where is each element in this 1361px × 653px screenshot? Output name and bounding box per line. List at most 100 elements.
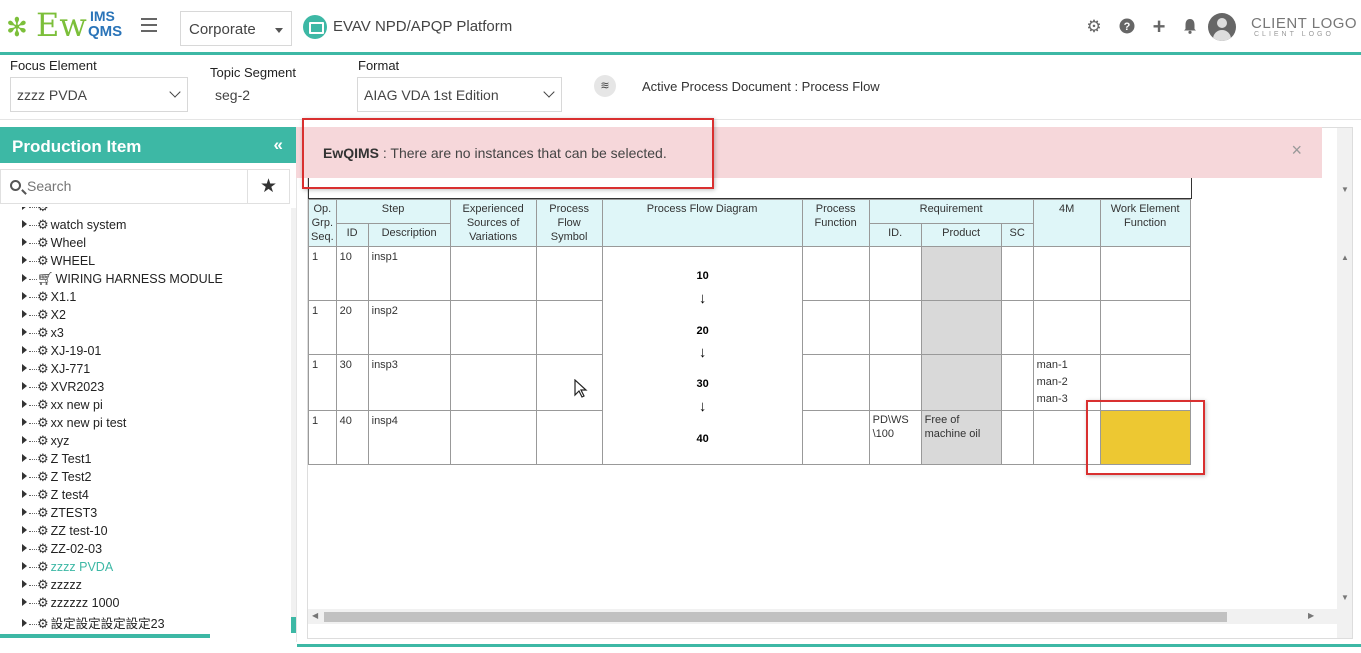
plus-icon[interactable]: + [1150, 16, 1168, 38]
menu-icon[interactable] [141, 18, 157, 32]
bell-icon[interactable] [1181, 18, 1199, 36]
cell-symbol[interactable] [535, 354, 603, 411]
cell-function[interactable] [801, 410, 870, 465]
scroll-down-arrow-icon[interactable]: ▼ [1341, 593, 1349, 602]
tree-item[interactable]: ⚙ xyz [22, 433, 69, 451]
flow-node[interactable]: 30 [603, 376, 803, 393]
collapse-icon[interactable]: « [274, 135, 283, 155]
tree-item[interactable]: ⚙ xx new pi [22, 397, 103, 415]
table-row[interactable]: 1 10 insp1 10 ↓ 20 ↓ 30 ↓ 40 [308, 246, 1191, 465]
cell-sources[interactable] [449, 246, 537, 301]
horizontal-scroll-thumb[interactable] [324, 612, 1227, 622]
tree-item[interactable]: ⚙ Wheel [22, 235, 86, 253]
cell-4m[interactable] [1032, 300, 1101, 355]
tree-item[interactable]: ⚙ X2 [22, 307, 66, 325]
flow-node[interactable]: 40 [603, 431, 803, 448]
tree-item[interactable]: ⚙ ZZ test-10 [22, 523, 108, 541]
tree-item[interactable]: ⚙ ZZ-02-03 [22, 541, 102, 559]
process-flow-diagram[interactable]: 10 ↓ 20 ↓ 30 ↓ 40 [601, 246, 803, 465]
cell-product[interactable]: Free of machine oil [920, 410, 1002, 465]
cell-work-element[interactable] [1099, 300, 1191, 355]
cell-function[interactable] [801, 246, 870, 301]
tree-item[interactable]: ⚙ ZTEST3 [22, 505, 97, 523]
sidebar-scroll-thumb[interactable] [291, 617, 296, 633]
user-avatar[interactable] [1208, 13, 1236, 41]
tree-item[interactable]: ⚙ 設定設定設定設定23 [22, 613, 165, 631]
gear-icon[interactable]: ⚙ [1085, 18, 1103, 36]
scroll-left-arrow-icon[interactable]: ◀ [312, 611, 318, 620]
tree-item[interactable]: 🛒︎ WIRING HARNESS MODULE [22, 271, 223, 289]
cell-description[interactable]: insp3 [367, 354, 451, 411]
cell-symbol[interactable] [535, 410, 603, 465]
cell-product[interactable] [920, 354, 1002, 411]
tree-item[interactable]: ⚙ xx new pi test [22, 415, 126, 433]
cell-description[interactable]: insp1 [367, 246, 451, 301]
cell-description[interactable]: insp4 [367, 410, 451, 465]
star-icon[interactable]: ★ [248, 169, 290, 204]
platform-title: EVAV NPD/APQP Platform [333, 18, 513, 35]
flow-node[interactable]: 20 [603, 323, 803, 340]
logo-flower-icon: ✻ [6, 12, 28, 42]
tree-item[interactable]: ⚙ Z Test1 [22, 451, 91, 469]
sidebar-scrollbar[interactable] [291, 208, 296, 633]
cell-req-id[interactable]: PD\WS\100 [868, 410, 922, 465]
corporate-select[interactable]: Corporate [180, 11, 292, 46]
cell-sources[interactable] [449, 410, 537, 465]
tree-item[interactable]: ⚙ X1.1 [22, 289, 76, 307]
scroll-up-arrow-icon[interactable]: ▲ [1341, 253, 1349, 262]
cell-sources[interactable] [449, 354, 537, 411]
cell-req-id[interactable] [868, 246, 922, 301]
cell-product[interactable] [920, 246, 1002, 301]
cell-description[interactable]: insp2 [367, 300, 451, 355]
cell-sc[interactable] [1000, 354, 1034, 411]
gears-icon: ⚙ [37, 325, 49, 340]
tree-item[interactable]: ⚙ zzzzz [22, 577, 82, 595]
cell-req-id[interactable] [868, 300, 922, 355]
layers-icon[interactable]: ≋ [594, 75, 616, 97]
cell-symbol[interactable] [535, 246, 603, 301]
help-icon[interactable]: ? [1118, 18, 1136, 36]
cell-symbol[interactable] [535, 300, 603, 355]
scroll-right-arrow-icon[interactable]: ▶ [1308, 611, 1314, 620]
cell-sc[interactable] [1000, 300, 1034, 355]
tree-item[interactable]: ⚙ Z test4 [22, 487, 89, 505]
active-process-document: Active Process Document : Process Flow [642, 79, 880, 94]
close-icon[interactable]: × [1291, 140, 1302, 161]
cell-sources[interactable] [449, 300, 537, 355]
tree-item[interactable]: ⚙ x3 [22, 325, 64, 343]
cell-sc[interactable] [1000, 246, 1034, 301]
cell-work-element[interactable] [1099, 246, 1191, 301]
ewqims-logo[interactable]: ✻ Ew IMS QMS [6, 6, 126, 46]
cell-function[interactable] [801, 354, 870, 411]
app-header: ✻ Ew IMS QMS Corporate EVAV NPD/APQP Pla… [0, 0, 1361, 55]
flow-arrow-icon: ↓ [698, 398, 707, 415]
tree-item[interactable]: ⚙ watch system [22, 217, 126, 235]
tree-item[interactable]: ⚙ XVR2023 [22, 379, 104, 397]
format-select[interactable]: AIAG VDA 1st Edition [357, 77, 562, 112]
tree-item[interactable]: ⚙ zzzzzz 1000 [22, 595, 119, 613]
search-input[interactable] [27, 178, 227, 194]
caret-down-icon [275, 28, 283, 33]
flow-node[interactable]: 10 [603, 268, 803, 285]
col-sc: SC [1000, 222, 1034, 247]
focus-element-select[interactable]: zzzz PVDA [10, 77, 188, 112]
tree-item[interactable]: ⚙ Z Test2 [22, 469, 91, 487]
cell-function[interactable] [801, 300, 870, 355]
cell-sc[interactable] [1000, 410, 1034, 465]
sidebar-horizontal-scrollbar[interactable] [0, 634, 210, 638]
cell-id: 10 [335, 246, 369, 301]
cell-op: 1 [308, 410, 337, 465]
scroll-down-arrow-icon[interactable]: ▼ [1341, 185, 1349, 194]
main-horizontal-scrollbar[interactable]: ◀ ▶ [308, 609, 1337, 624]
tree-item-partial[interactable]: ⚙ [22, 207, 51, 217]
cell-product[interactable] [920, 300, 1002, 355]
tree-item[interactable]: ⚙ XJ-19-01 [22, 343, 101, 361]
tree-item[interactable]: ⚙ WHEEL [22, 253, 95, 271]
main-vertical-scrollbar[interactable]: ▼ ▲ ▼ [1337, 128, 1352, 638]
tree-item[interactable]: ⚙ XJ-771 [22, 361, 90, 379]
cell-op: 1 [308, 300, 337, 355]
tree-item-active[interactable]: ⚙ zzzz PVDA [22, 559, 113, 577]
svg-text:?: ? [1124, 21, 1131, 33]
cell-req-id[interactable] [868, 354, 922, 411]
cell-4m[interactable] [1032, 246, 1101, 301]
